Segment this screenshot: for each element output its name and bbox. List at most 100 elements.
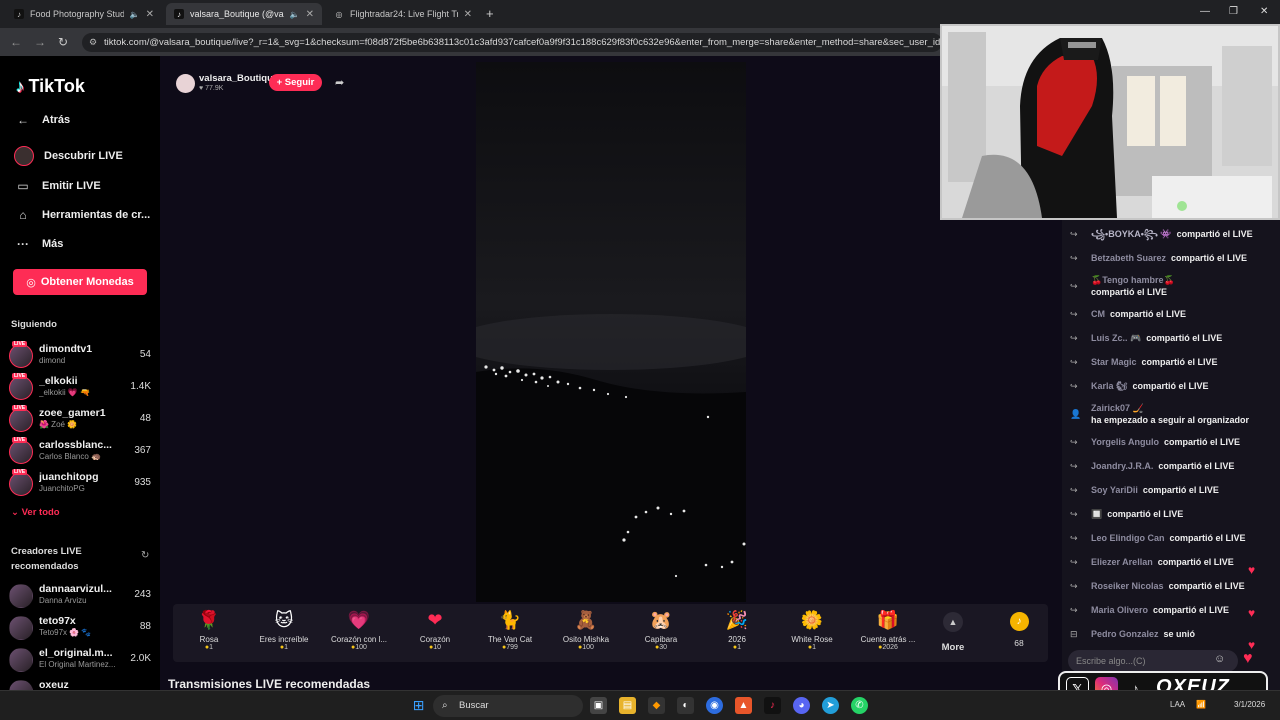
gift-white-rose[interactable]: 🌼 White Rose ●1 <box>776 608 848 651</box>
app-icon[interactable]: ◐ <box>677 697 694 714</box>
tab-flightradar[interactable]: ◎ Flightradar24: Live Flight Tracke ✕ <box>326 3 480 25</box>
back-link[interactable]: ← Atrás <box>14 113 70 127</box>
site-settings-icon[interactable]: ⚙ <box>89 33 97 52</box>
chat-user[interactable]: Karla 🐿 <box>1091 381 1127 391</box>
creator-item[interactable]: dannaarvizul... Danna Arvizu 243 <box>9 581 151 609</box>
live-video[interactable] <box>476 62 746 602</box>
sidebar-item-label: Herramientas de cr... <box>42 209 151 221</box>
coin-icon: ◎ <box>26 276 36 289</box>
chat-user[interactable]: Pedro Gonzalez <box>1091 629 1159 639</box>
see-all-link[interactable]: ⌄ Ver todo <box>11 507 60 518</box>
following-item[interactable]: LIVE _elkokii _elkokii 💗 🔫 1.4K <box>9 373 151 401</box>
tab-label: Flightradar24: Live Flight Tracke <box>350 9 458 19</box>
chat-user[interactable]: Eliezer Arellan <box>1091 557 1153 567</box>
gift-capibara[interactable]: 🐹 Capibara ●30 <box>625 608 697 651</box>
close-tab-icon[interactable]: ✕ <box>146 9 154 20</box>
following-item[interactable]: LIVE juanchitopg JuanchitoPG 935 <box>9 469 151 497</box>
back-arrow-icon[interactable]: ← <box>10 35 22 49</box>
file-explorer-icon[interactable]: ▤ <box>619 697 636 714</box>
webcam-feed <box>942 26 1278 218</box>
close-tab-icon[interactable]: ✕ <box>306 9 314 20</box>
sidebar-item-go-live[interactable]: ▭ Emitir LIVE <box>14 179 100 193</box>
chat-user[interactable]: Roseiker Nicolas <box>1091 581 1164 591</box>
chat-user[interactable]: Joandry.J.R.A. <box>1091 461 1153 471</box>
tiktok-icon[interactable]: ♪ <box>764 697 781 714</box>
taskbar-search[interactable]: ⌕ Buscar <box>433 695 583 717</box>
close-tab-icon[interactable]: ✕ <box>464 9 472 20</box>
streamer-name: valsara_Boutique <box>199 73 279 84</box>
app-icon[interactable]: ▲ <box>735 697 752 714</box>
language-indicator[interactable]: LAA <box>1170 700 1185 709</box>
chat-user[interactable]: Leo Elindigo Can <box>1091 533 1165 543</box>
network-icon[interactable]: 📶 <box>1196 700 1206 709</box>
gift-cuenta-atras[interactable]: 🎁 Cuenta atrás ... ●2026 <box>852 608 924 651</box>
minimize-icon[interactable]: — <box>1200 6 1210 17</box>
creator-item[interactable]: teto97x Teto97x 🌸 🐾 88 <box>9 613 151 641</box>
more-gifts-button[interactable]: ▲ More <box>941 604 965 653</box>
task-view-icon[interactable]: ▣ <box>590 697 607 714</box>
whatsapp-icon[interactable]: ✆ <box>851 697 868 714</box>
windows-start-icon[interactable]: ⊞ <box>410 697 427 714</box>
gift-rosa[interactable]: 🌹 Rosa ●1 <box>173 608 245 651</box>
reload-icon[interactable]: ↻ <box>58 35 68 49</box>
emoji-icon[interactable]: ☺ <box>1214 653 1225 665</box>
close-window-icon[interactable]: ✕ <box>1260 6 1268 17</box>
chrome-icon[interactable]: ◉ <box>706 697 723 714</box>
chat-input[interactable]: Escribe algo...(C) <box>1068 650 1238 672</box>
speaker-icon[interactable]: 🔈 <box>130 10 140 19</box>
like-heart-button-icon[interactable]: ♥ <box>1243 650 1253 668</box>
chat-user[interactable]: Yorgelis Angulo <box>1091 437 1159 447</box>
coin-balance[interactable]: ♪ 68 <box>1005 612 1033 648</box>
gift-price: 30 <box>659 644 668 651</box>
tab-food-photography[interactable]: ♪ Food Photography Studio | 🔈 ✕ <box>6 3 162 25</box>
sidebar-item-creator-tools[interactable]: ⌂ Herramientas de cr... <box>14 208 150 222</box>
app-icon[interactable]: ◆ <box>648 697 665 714</box>
gift-osito-mishka[interactable]: 🧸 Osito Mishka ●100 <box>550 608 622 651</box>
url-field[interactable]: ⚙ tiktok.com/@valsara_boutique/live?_r=1… <box>82 33 942 52</box>
tab-valsara[interactable]: ♪ valsara_Boutique (@valsara_ 🔈 ✕ <box>166 3 322 25</box>
chat-text: compartió el LIVE <box>1158 461 1235 471</box>
follow-button[interactable]: + Seguir <box>269 74 322 91</box>
share-icon[interactable]: ➦ <box>335 76 344 89</box>
sidebar-item-more[interactable]: ··· Más <box>14 237 63 251</box>
discord-icon[interactable]: ◕ <box>793 697 810 714</box>
get-coins-label: Obtener Monedas <box>40 276 134 288</box>
screen: { "browser": { "tabs": [ {"label": "Food… <box>0 0 1280 720</box>
following-item[interactable]: LIVE dimondtv1 dimond 54 <box>9 341 151 369</box>
get-coins-button[interactable]: ◎ Obtener Monedas <box>13 269 147 295</box>
forward-arrow-icon[interactable]: → <box>34 35 46 49</box>
gift-van-cat[interactable]: 🐈 The Van Cat ●799 <box>474 608 546 651</box>
following-item[interactable]: LIVE carlossblanc... Carlos Blanco 🦔 367 <box>9 437 151 465</box>
chat-user[interactable]: Luis Zc.. 🎮 <box>1091 333 1141 343</box>
gift-corazon[interactable]: ❤ Corazón ●10 <box>399 608 471 651</box>
speaker-icon[interactable]: 🔈 <box>290 10 300 19</box>
refresh-icon[interactable]: ↻ <box>141 550 149 561</box>
clock-date[interactable]: 3/1/2026 <box>1234 700 1265 709</box>
chat-user[interactable]: Soy YariDii <box>1091 485 1138 495</box>
chat-user[interactable]: Maria Olivero <box>1091 605 1148 615</box>
chat-user[interactable]: CM <box>1091 309 1105 319</box>
chat-user[interactable]: ꧁•BOYKA•꧂ 👾 <box>1091 229 1172 239</box>
chat-user[interactable]: Star Magic <box>1091 357 1137 367</box>
chat-user[interactable]: 🔲 <box>1091 509 1102 519</box>
following-sub: Carlos Blanco 🦔 <box>39 452 101 461</box>
gift-eres-increible[interactable]: 🐱 Eres increíble ●1 <box>248 608 320 651</box>
sidebar-item-discover-live[interactable]: Descubrir LIVE <box>14 146 123 166</box>
creator-item[interactable]: el_original.m... El Original Martinez...… <box>9 645 151 673</box>
gift-corazon-con[interactable]: 💗 Corazón con l... ●100 <box>323 608 395 651</box>
capybara-icon: 🐹 <box>649 610 673 630</box>
gift-2026[interactable]: 🎉 2026 ●1 <box>701 608 773 651</box>
telegram-icon[interactable]: ➤ <box>822 697 839 714</box>
following-sub: _elkokii 💗 🔫 <box>39 388 91 397</box>
share-icon: ↪ <box>1070 581 1078 591</box>
new-tab-icon[interactable]: + <box>486 6 494 21</box>
share-icon: ↪ <box>1070 461 1078 471</box>
viewer-count: 367 <box>134 445 151 456</box>
following-item[interactable]: LIVE zoee_gamer1 🌺 Zoé 🌼 48 <box>9 405 151 433</box>
tiktok-logo[interactable]: ♪ TikTok <box>16 76 85 97</box>
chat-user[interactable]: Betzabeth Suarez <box>1091 253 1166 263</box>
restore-icon[interactable]: ❐ <box>1229 6 1238 17</box>
share-icon: ↪ <box>1070 357 1078 367</box>
chat-user[interactable]: Zairick07 🏒 <box>1091 403 1144 413</box>
chat-user[interactable]: 🍒Tengo hambre🍒 <box>1091 275 1175 285</box>
